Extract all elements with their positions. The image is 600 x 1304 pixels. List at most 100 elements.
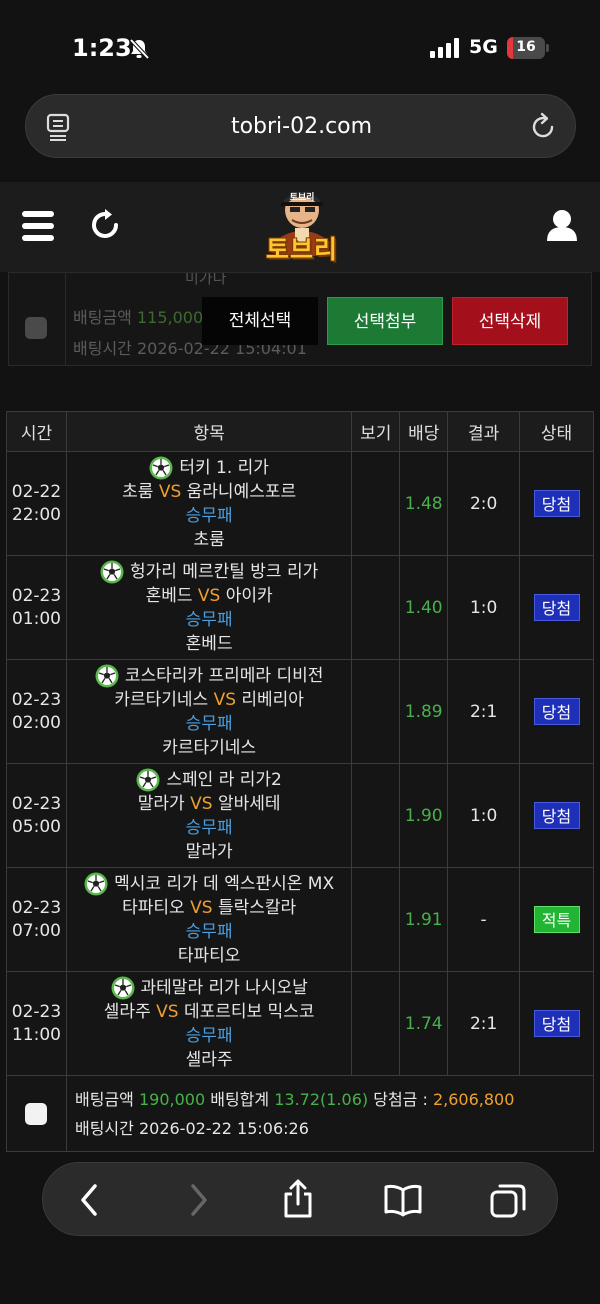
row-market: 승무패 [185, 817, 233, 838]
bet-time-label: 배팅시간 [74, 1118, 134, 1138]
site-logo[interactable]: 토브리 토브리 [262, 186, 342, 268]
back-icon[interactable] [75, 1182, 105, 1218]
row-view-cell [351, 971, 401, 1076]
row-home-team: 말라가 [137, 793, 185, 814]
row-league-name: 멕시코 리가 데 엑스판시온 MX [114, 873, 335, 894]
row-result: 1:0 [447, 555, 521, 660]
network-type: 5G [469, 36, 498, 58]
status-badge: 적특 [533, 906, 580, 933]
url-text[interactable]: tobri-02.com [26, 114, 577, 139]
row-vs: VS [213, 689, 236, 710]
row-pick: 셀라주 [185, 1049, 233, 1070]
header-odds: 배당 [399, 411, 449, 452]
row-result: 2:1 [447, 659, 521, 764]
forward-icon[interactable] [183, 1182, 213, 1218]
row-vs: VS [190, 897, 213, 918]
row-item-cell: 멕시코 리가 데 엑스판시온 MX 타파티오 VS 틀락스칼라 승무패 타파티오 [65, 867, 353, 972]
bell-slash-icon [129, 38, 150, 60]
browser-toolbar [42, 1162, 558, 1236]
table-row: 02-23 01:00 헝가리 메르칸틸 방크 리가 혼베드 VS 아이카 승무… [6, 555, 594, 660]
delete-selected-button[interactable]: 선택삭제 [452, 297, 568, 345]
summary-line-time: 배팅시간 2026-02-22 15:06:26 [75, 1114, 593, 1143]
browser-gap [0, 158, 600, 182]
row-status-cell: 당첨 [519, 555, 594, 660]
row-away-team: 아이카 [225, 585, 273, 606]
address-bar[interactable]: tobri-02.com [25, 94, 576, 158]
header-time: 시간 [6, 411, 67, 452]
row-odds: 1.90 [399, 763, 449, 868]
row-odds: 1.40 [399, 555, 449, 660]
row-away-team: 데포르티보 믹스코 [183, 1001, 315, 1022]
soccer-ball-icon [136, 768, 160, 791]
row-matchup: 혼베드 VS 아이카 [67, 584, 351, 608]
status-time: 1:23 [72, 34, 132, 62]
soccer-ball-icon [84, 872, 108, 895]
bet-amount-value: 190,000 [138, 1089, 206, 1109]
user-icon[interactable] [546, 209, 578, 241]
row-hour: 05:00 [11, 816, 61, 837]
bet-select-checkbox[interactable] [25, 1102, 48, 1125]
row-item-cell: 코스타리카 프리메라 디비전 카르타기네스 VS 리베리아 승무패 카르타기네스 [65, 659, 353, 764]
menu-icon[interactable] [22, 211, 54, 241]
previous-fragment-text: 미가다 [185, 272, 227, 287]
row-vs: VS [156, 1001, 179, 1022]
row-status-cell: 적특 [519, 867, 594, 972]
row-matchup: 말라가 VS 알바세테 [67, 792, 351, 816]
reload-icon[interactable] [528, 112, 558, 142]
bookmarks-icon[interactable] [383, 1182, 423, 1218]
row-time-cell: 02-23 02:00 [6, 659, 67, 764]
refresh-icon[interactable] [88, 208, 122, 242]
table-row: 02-23 11:00 과테말라 리가 나시오날 셀라주 VS 데포르티보 믹스… [6, 971, 594, 1076]
row-pick: 타파티오 [177, 945, 241, 966]
row-market: 승무패 [185, 1025, 233, 1046]
bet-time-value: 2026-02-22 15:06:26 [138, 1118, 309, 1138]
logo-small-text: 토브리 [289, 193, 315, 203]
row-date: 02-23 [11, 897, 62, 918]
row-item-cell: 과테말라 리가 나시오날 셀라주 VS 데포르티보 믹스코 승무패 셀라주 [65, 971, 353, 1076]
status-badge: 당첨 [533, 594, 580, 621]
table-row: 02-23 02:00 코스타리카 프리메라 디비전 카르타기네스 VS 리베리… [6, 659, 594, 764]
table-row: 02-22 22:00 터키 1. 리가 초룸 VS 움라니예스포르 승무패 초… [6, 451, 594, 556]
row-league: 터키 1. 리가 [67, 456, 351, 480]
select-all-button[interactable]: 전체선택 [202, 297, 318, 345]
row-status-cell: 당첨 [519, 451, 594, 556]
row-date: 02-23 [11, 585, 62, 606]
bet-total-label: 배팅합계 [210, 1089, 270, 1109]
bet-history-table: 시간 항목 보기 배당 결과 상태 02-22 22:00 터키 1. 리가 초… [6, 411, 595, 1152]
row-result: - [447, 867, 521, 972]
row-home-team: 타파티오 [122, 897, 185, 918]
battery-nub [546, 44, 549, 52]
table-header-row: 시간 항목 보기 배당 결과 상태 [6, 411, 594, 452]
row-league: 멕시코 리가 데 엑스판시온 MX [67, 872, 351, 896]
row-away-team: 틀락스칼라 [217, 897, 297, 918]
battery-icon: 16 [507, 37, 545, 59]
row-matchup: 타파티오 VS 틀락스칼라 [67, 896, 351, 920]
row-item-cell: 스페인 라 리가2 말라가 VS 알바세테 승무패 말라가 [65, 763, 353, 868]
table-row: 02-23 05:00 스페인 라 리가2 말라가 VS 알바세테 승무패 말라… [6, 763, 594, 868]
row-vs: VS [197, 585, 221, 606]
row-item-cell: 헝가리 메르칸틸 방크 리가 혼베드 VS 아이카 승무패 혼베드 [65, 555, 353, 660]
row-vs: VS [190, 793, 213, 814]
row-status-cell: 당첨 [519, 763, 594, 868]
previous-time-label: 배팅시간 [73, 339, 132, 358]
row-hour: 01:00 [11, 608, 61, 629]
row-matchup: 초룸 VS 움라니예스포르 [67, 480, 351, 504]
row-time-cell: 02-22 22:00 [6, 451, 67, 556]
row-result: 1:0 [447, 763, 521, 868]
summary-line-amounts: 배팅금액 190,000 배팅합계 13.72(1.06) 당첨금 : 2,60… [75, 1085, 593, 1114]
soccer-ball-icon [111, 976, 135, 999]
row-view-cell [351, 867, 401, 972]
row-item-cell: 터키 1. 리가 초룸 VS 움라니예스포르 승무패 초룸 [65, 451, 353, 556]
row-view-cell [351, 451, 401, 556]
row-away-team: 리베리아 [241, 689, 304, 710]
tabs-icon[interactable] [489, 1182, 527, 1220]
share-icon[interactable] [281, 1179, 315, 1219]
previous-bet-checkbox[interactable] [25, 317, 47, 339]
row-league-name: 코스타리카 프리메라 디비전 [124, 665, 324, 686]
attach-selected-button[interactable]: 선택첨부 [327, 297, 443, 345]
row-view-cell [351, 763, 401, 868]
status-badge: 당첨 [533, 1010, 580, 1037]
payout-label: 당첨금 : [373, 1089, 428, 1109]
row-market: 승무패 [185, 921, 233, 942]
status-bar: 1:23 5G 16 [0, 0, 600, 90]
